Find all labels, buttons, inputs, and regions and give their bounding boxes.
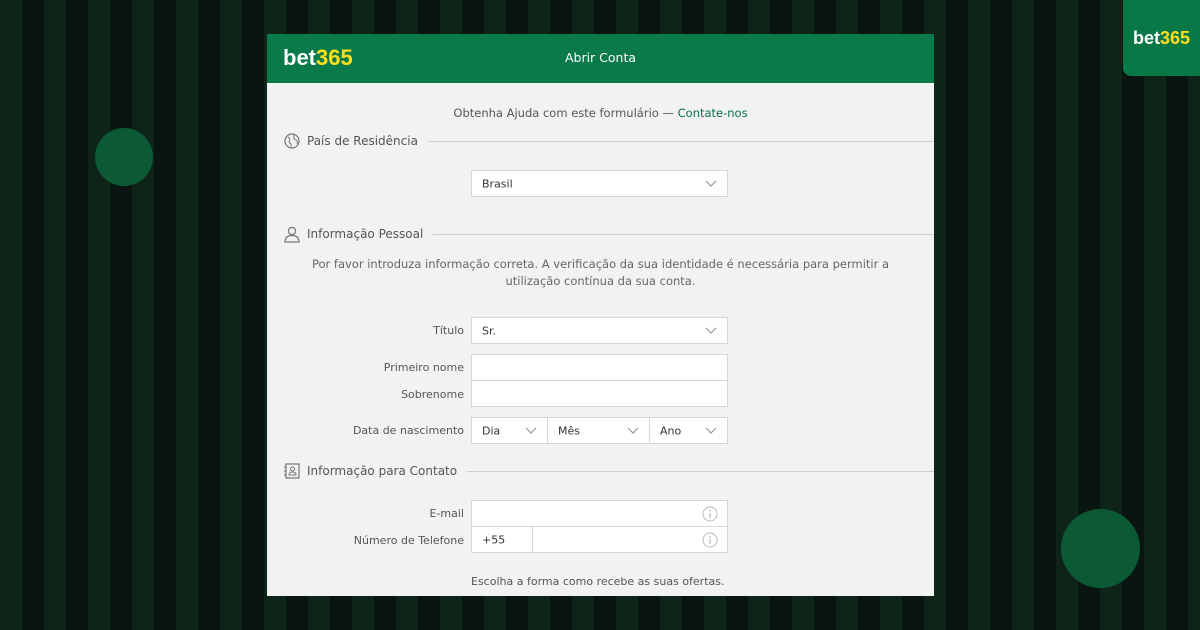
- info-icon[interactable]: [702, 532, 718, 548]
- section-residence-title: País de Residência: [307, 134, 418, 148]
- section-personal-title: Informação Pessoal: [307, 227, 424, 241]
- corner-logo: bet 365: [1123, 0, 1200, 76]
- section-residence: País de Residência: [283, 132, 934, 150]
- dob-year-select[interactable]: Ano: [649, 417, 728, 444]
- country-value: Brasil: [482, 177, 513, 190]
- dob-month-value: Mês: [558, 424, 580, 437]
- corner-logo-365: 365: [1159, 27, 1191, 48]
- globe-icon: [284, 133, 300, 149]
- chevron-down-icon: [705, 327, 717, 334]
- dob-label: Data de nascimento: [352, 424, 464, 437]
- phone-label: Número de Telefone: [353, 534, 464, 547]
- chevron-down-icon: [525, 427, 537, 434]
- title-label: Título: [433, 324, 464, 337]
- chevron-down-icon: [705, 180, 717, 187]
- personal-description: Por favor introduza informação correta. …: [311, 257, 890, 288]
- contact-card-icon: [284, 463, 300, 479]
- decorative-circle: [95, 128, 153, 186]
- page-title: Abrir Conta: [564, 50, 637, 65]
- phone-prefix-value: +55: [482, 533, 506, 546]
- chevron-down-icon: [705, 427, 717, 434]
- phone-prefix[interactable]: +55: [471, 526, 533, 553]
- phone-input[interactable]: [532, 526, 728, 553]
- title-value: Sr.: [482, 324, 496, 337]
- last-name-label: Sobrenome: [401, 388, 464, 401]
- header-bar: bet365 Abrir Conta: [267, 34, 934, 83]
- dob-day-value: Dia: [482, 424, 501, 437]
- divider: [433, 233, 934, 235]
- title-select[interactable]: Sr.: [471, 317, 728, 344]
- first-name-label: Primeiro nome: [383, 361, 464, 374]
- person-icon: [284, 226, 300, 243]
- section-contact-title: Informação para Contato: [307, 464, 458, 478]
- dob-day-select[interactable]: Dia: [471, 417, 548, 444]
- help-text: Obtenha Ajuda com este formulário —: [453, 106, 678, 120]
- corner-logo-bet: bet: [1132, 27, 1160, 48]
- decorative-circle: [1061, 509, 1140, 588]
- section-contact: Informação para Contato: [283, 462, 934, 480]
- info-icon[interactable]: [702, 506, 718, 522]
- last-name-input[interactable]: [471, 380, 728, 407]
- offers-text: Escolha a forma como recebe as suas ofer…: [471, 575, 725, 588]
- email-input[interactable]: [471, 500, 728, 527]
- email-label: E-mail: [429, 507, 465, 520]
- help-line: Obtenha Ajuda com este formulário — Cont…: [267, 106, 934, 120]
- divider: [467, 470, 934, 472]
- section-personal: Informação Pessoal: [283, 225, 934, 243]
- signup-panel: bet365 Abrir Conta Obtenha Ajuda com est…: [267, 34, 934, 596]
- first-name-input[interactable]: [471, 354, 728, 381]
- divider: [427, 140, 934, 142]
- dob-month-select[interactable]: Mês: [547, 417, 650, 444]
- contact-link[interactable]: Contate-nos: [678, 106, 748, 120]
- country-select[interactable]: Brasil: [471, 170, 728, 197]
- chevron-down-icon: [627, 427, 639, 434]
- dob-year-value: Ano: [660, 424, 682, 437]
